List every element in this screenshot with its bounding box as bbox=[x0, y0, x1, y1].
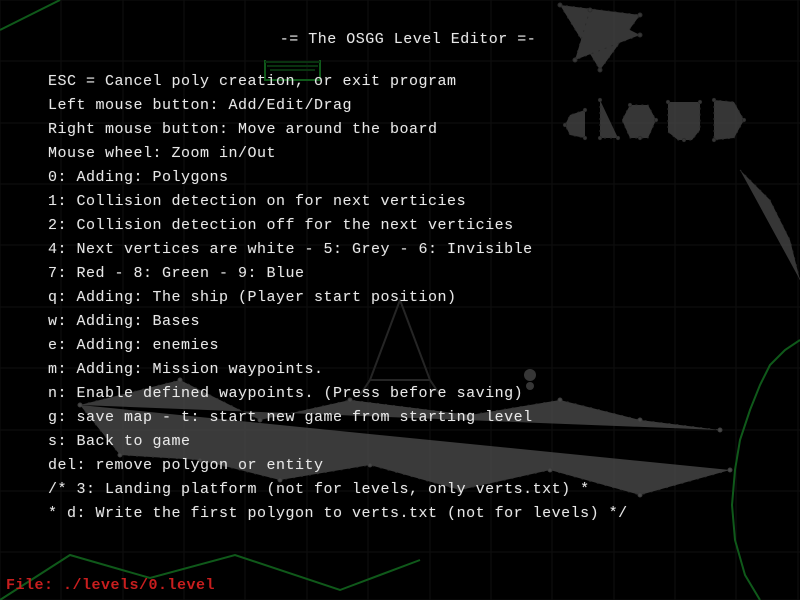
help-line: w: Adding: Bases bbox=[48, 310, 768, 334]
help-line: 7: Red - 8: Green - 9: Blue bbox=[48, 262, 768, 286]
editor-title: -= The OSGG Level Editor =- bbox=[48, 28, 768, 52]
help-line: 2: Collision detection off for the next … bbox=[48, 214, 768, 238]
help-line: e: Adding: enemies bbox=[48, 334, 768, 358]
help-line: /* 3: Landing platform (not for levels, … bbox=[48, 478, 768, 502]
help-line: Mouse wheel: Zoom in/Out bbox=[48, 142, 768, 166]
help-line: 4: Next vertices are white - 5: Grey - 6… bbox=[48, 238, 768, 262]
help-line: ESC = Cancel poly creation, or exit prog… bbox=[48, 70, 768, 94]
help-line: n: Enable defined waypoints. (Press befo… bbox=[48, 382, 768, 406]
help-line: * d: Write the first polygon to verts.tx… bbox=[48, 502, 768, 526]
file-label: File: bbox=[6, 577, 63, 594]
help-line: m: Adding: Mission waypoints. bbox=[48, 358, 768, 382]
file-path: ./levels/0.level bbox=[63, 577, 215, 594]
help-line: del: remove polygon or entity bbox=[48, 454, 768, 478]
help-line: q: Adding: The ship (Player start positi… bbox=[48, 286, 768, 310]
help-line: g: save map - t: start new game from sta… bbox=[48, 406, 768, 430]
help-lines: ESC = Cancel poly creation, or exit prog… bbox=[48, 70, 768, 526]
help-line: 1: Collision detection on for next verti… bbox=[48, 190, 768, 214]
help-line: Right mouse button: Move around the boar… bbox=[48, 118, 768, 142]
help-line: 0: Adding: Polygons bbox=[48, 166, 768, 190]
status-bar: File: ./levels/0.level bbox=[6, 577, 215, 594]
help-panel: -= The OSGG Level Editor =- ESC = Cancel… bbox=[48, 28, 768, 526]
help-line: s: Back to game bbox=[48, 430, 768, 454]
help-line: Left mouse button: Add/Edit/Drag bbox=[48, 94, 768, 118]
